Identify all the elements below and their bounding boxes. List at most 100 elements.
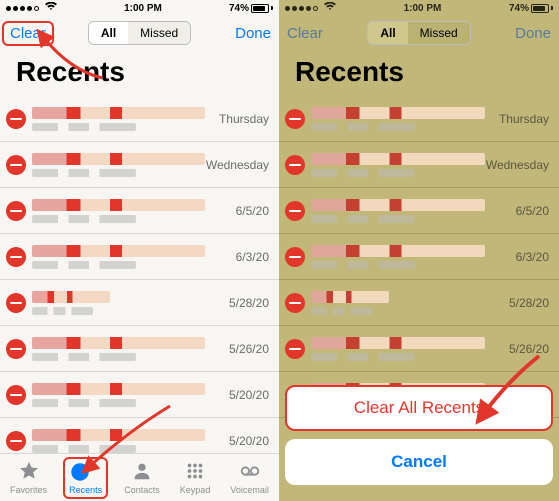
delete-icon[interactable] — [6, 385, 26, 405]
delete-icon[interactable] — [285, 293, 305, 313]
list-row[interactable]: 6/3/20 — [0, 234, 279, 280]
row-date: 5/20/20 — [205, 388, 269, 402]
signal-icon — [6, 2, 57, 14]
page-title: Recents — [0, 50, 279, 96]
delete-icon[interactable] — [6, 155, 26, 175]
clock-icon — [69, 475, 91, 485]
done-button[interactable]: Done — [223, 25, 271, 42]
delete-icon[interactable] — [285, 109, 305, 129]
wifi-icon — [324, 2, 336, 14]
redacted-name — [311, 337, 485, 349]
redacted-name — [311, 107, 485, 119]
clock: 1:00 PM — [404, 3, 442, 14]
redacted-name — [32, 337, 205, 349]
left-screenshot: 1:00 PM 74% Clear All Missed Done Recent… — [0, 0, 279, 501]
page-title: Recents — [279, 50, 559, 96]
tab-recents[interactable]: Recents — [67, 459, 104, 497]
redacted-sub — [311, 215, 415, 223]
list-row[interactable]: 5/28/20 — [279, 280, 559, 326]
redacted-sub — [32, 353, 136, 361]
redacted-name — [32, 107, 205, 119]
delete-icon[interactable] — [285, 155, 305, 175]
delete-icon[interactable] — [285, 201, 305, 221]
row-date: Wednesday — [485, 158, 549, 172]
clear-all-recents-button[interactable]: Clear All Recents — [285, 385, 553, 431]
redacted-sub — [32, 123, 136, 131]
row-date: 6/5/20 — [485, 204, 549, 218]
tab-keypad[interactable]: Keypad — [180, 460, 211, 495]
status-bar: 1:00 PM 74% — [279, 0, 559, 16]
segment-all[interactable]: All — [368, 22, 407, 44]
segmented-control[interactable]: All Missed — [367, 21, 470, 45]
redacted-name — [32, 245, 205, 257]
list-row[interactable]: Thursday — [279, 96, 559, 142]
cancel-button[interactable]: Cancel — [285, 439, 553, 485]
redacted-sub — [311, 353, 415, 361]
list-row[interactable]: Wednesday — [0, 142, 279, 188]
redacted-name — [32, 199, 205, 211]
list-row[interactable]: 6/5/20 — [279, 188, 559, 234]
redacted-name — [311, 291, 389, 303]
list-row[interactable]: 5/20/20 — [0, 372, 279, 418]
redacted-sub — [311, 307, 372, 315]
delete-icon[interactable] — [6, 293, 26, 313]
list-row[interactable]: 6/5/20 — [0, 188, 279, 234]
row-date: 5/28/20 — [485, 296, 549, 310]
segment-all[interactable]: All — [89, 22, 128, 44]
nav-bar: Clear All Missed Done — [279, 16, 559, 50]
redacted-sub — [32, 215, 136, 223]
delete-icon[interactable] — [285, 339, 305, 359]
delete-icon[interactable] — [6, 339, 26, 359]
signal-icon — [285, 2, 336, 14]
redacted-name — [311, 199, 485, 211]
redacted-name — [32, 429, 205, 441]
battery-indicator: 74% — [509, 3, 553, 14]
redacted-sub — [311, 123, 415, 131]
voicemail-icon — [239, 460, 261, 484]
redacted-sub — [32, 399, 136, 407]
delete-icon[interactable] — [6, 431, 26, 451]
tab-contacts[interactable]: Contacts — [124, 460, 160, 495]
list-row[interactable]: 5/28/20 — [0, 280, 279, 326]
redacted-sub — [311, 169, 415, 177]
redacted-name — [32, 291, 110, 303]
delete-icon[interactable] — [6, 247, 26, 267]
list-row[interactable]: 5/26/20 — [0, 326, 279, 372]
list-row[interactable]: 6/3/20 — [279, 234, 559, 280]
battery-indicator: 74% — [229, 3, 273, 14]
row-date: 6/5/20 — [205, 204, 269, 218]
clear-button[interactable]: Clear — [287, 25, 335, 42]
recents-list: Thursday Wednesday 6/5/20 6/3/20 5/28/20… — [0, 96, 279, 464]
row-date: Thursday — [485, 112, 549, 126]
list-row[interactable]: Wednesday — [279, 142, 559, 188]
tab-favorites[interactable]: Favorites — [10, 460, 47, 495]
keypad-icon — [184, 460, 206, 484]
status-bar: 1:00 PM 74% — [0, 0, 279, 16]
redacted-sub — [32, 261, 136, 269]
list-row[interactable]: 5/26/20 — [279, 326, 559, 372]
delete-icon[interactable] — [6, 109, 26, 129]
star-icon — [18, 460, 40, 484]
done-button[interactable]: Done — [503, 25, 551, 42]
clock: 1:00 PM — [124, 3, 162, 14]
nav-bar: Clear All Missed Done — [0, 16, 279, 50]
action-sheet: Clear All Recents Cancel — [279, 385, 559, 501]
row-date: Thursday — [205, 112, 269, 126]
segment-missed[interactable]: Missed — [128, 22, 190, 44]
tab-voicemail[interactable]: Voicemail — [230, 460, 269, 495]
recents-list: Thursday Wednesday 6/5/20 6/3/20 5/28/20… — [279, 96, 559, 418]
segment-missed[interactable]: Missed — [408, 22, 470, 44]
row-date: 5/26/20 — [485, 342, 549, 356]
row-date: 5/20/20 — [205, 434, 269, 448]
redacted-name — [311, 153, 485, 165]
delete-icon[interactable] — [285, 247, 305, 267]
clear-button[interactable]: Clear — [8, 23, 56, 44]
delete-icon[interactable] — [6, 201, 26, 221]
segmented-control[interactable]: All Missed — [88, 21, 191, 45]
list-row[interactable]: Thursday — [0, 96, 279, 142]
redacted-sub — [311, 261, 415, 269]
redacted-name — [311, 245, 485, 257]
right-screenshot: 1:00 PM 74% Clear All Missed Done Recent… — [279, 0, 559, 501]
row-date: 5/26/20 — [205, 342, 269, 356]
wifi-icon — [45, 2, 57, 14]
